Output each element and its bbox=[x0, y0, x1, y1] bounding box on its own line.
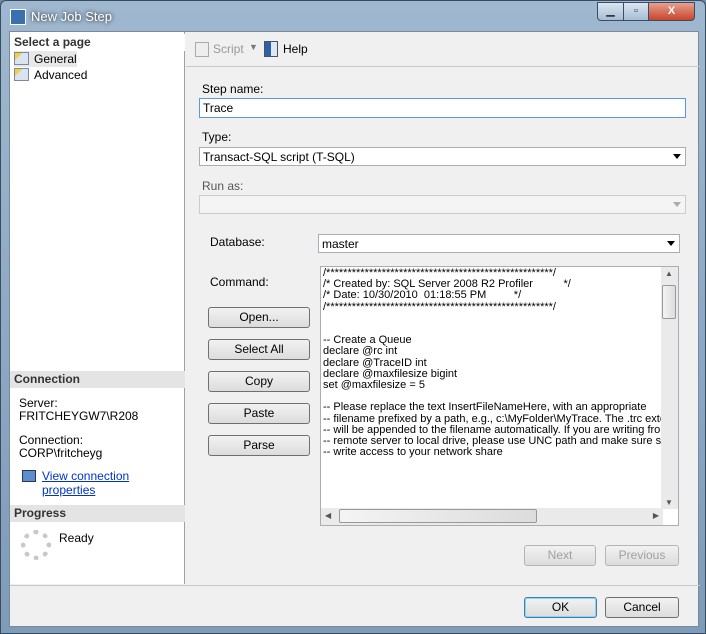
chevron-down-icon bbox=[673, 202, 681, 207]
scroll-left-icon[interactable]: ◀ bbox=[325, 511, 331, 520]
dialog-client: Select a page General Advanced Connectio… bbox=[9, 31, 700, 628]
select-page-header: Select a page bbox=[10, 34, 185, 51]
next-button[interactable]: Next bbox=[524, 545, 596, 566]
copy-button[interactable]: Copy bbox=[208, 371, 310, 392]
database-label: Database: bbox=[210, 235, 265, 249]
connection-properties-icon bbox=[22, 470, 36, 482]
type-label: Type: bbox=[202, 130, 232, 144]
open-button[interactable]: Open... bbox=[208, 307, 310, 328]
app-icon bbox=[10, 9, 26, 25]
page-general[interactable]: General bbox=[14, 51, 77, 67]
type-value: Transact-SQL script (T-SQL) bbox=[203, 150, 355, 164]
toolbar: Script ▼ Help bbox=[186, 32, 700, 67]
cancel-button[interactable]: Cancel bbox=[605, 597, 679, 618]
minimize-button[interactable]: ▁ bbox=[597, 2, 624, 21]
step-name-input[interactable]: Trace bbox=[199, 98, 686, 118]
scroll-down-icon[interactable]: ▼ bbox=[665, 498, 673, 507]
server-label: Server: bbox=[19, 396, 58, 410]
command-editor[interactable]: /***************************************… bbox=[320, 266, 679, 526]
connection-header: Connection bbox=[10, 371, 185, 388]
select-all-button[interactable]: Select All bbox=[208, 339, 310, 360]
server-value: FRITCHEYGW7\R208 bbox=[19, 409, 139, 423]
vertical-scrollbar[interactable]: ▲ ▼ bbox=[661, 267, 678, 509]
horizontal-scrollbar[interactable]: ◀ ▶ bbox=[321, 508, 663, 525]
step-name-label: Step name: bbox=[202, 82, 264, 96]
run-as-label: Run as: bbox=[202, 179, 244, 193]
help-button[interactable]: Help bbox=[283, 42, 308, 56]
run-as-select[interactable] bbox=[199, 195, 686, 214]
chevron-down-icon bbox=[673, 154, 681, 159]
close-button[interactable]: X bbox=[648, 2, 695, 21]
help-icon bbox=[264, 41, 278, 57]
command-label: Command: bbox=[210, 275, 269, 289]
scroll-right-icon[interactable]: ▶ bbox=[653, 511, 659, 520]
script-icon bbox=[195, 42, 209, 57]
page-label: Advanced bbox=[34, 68, 88, 82]
script-dropdown-icon[interactable]: ▼ bbox=[249, 42, 258, 52]
script-button[interactable]: Script bbox=[213, 42, 244, 56]
progress-status: Ready bbox=[59, 531, 94, 545]
parse-button[interactable]: Parse bbox=[208, 435, 310, 456]
page-icon bbox=[14, 52, 29, 65]
connection-label: Connection: bbox=[19, 433, 84, 447]
maximize-button[interactable]: ▫ bbox=[623, 2, 649, 21]
ok-button[interactable]: OK bbox=[524, 597, 597, 618]
left-panel: Select a page General Advanced Connectio… bbox=[10, 32, 185, 584]
dialog-window: New Job Step ▁ ▫ X Select a page General… bbox=[0, 0, 706, 634]
scroll-up-icon[interactable]: ▲ bbox=[665, 269, 673, 278]
connection-value: CORP\fritcheyg bbox=[19, 446, 103, 460]
window-title: New Job Step bbox=[31, 9, 112, 24]
dialog-footer: OK Cancel bbox=[10, 585, 700, 628]
page-advanced[interactable]: Advanced bbox=[14, 67, 87, 83]
previous-button[interactable]: Previous bbox=[605, 545, 679, 566]
command-text[interactable]: /***************************************… bbox=[323, 268, 661, 458]
database-select[interactable]: master bbox=[318, 234, 680, 253]
progress-spinner-icon bbox=[21, 530, 51, 560]
type-select[interactable]: Transact-SQL script (T-SQL) bbox=[199, 147, 686, 166]
chevron-down-icon bbox=[667, 241, 675, 246]
paste-button[interactable]: Paste bbox=[208, 403, 310, 424]
progress-header: Progress bbox=[10, 505, 185, 522]
database-value: master bbox=[322, 237, 359, 251]
view-connection-properties-link[interactable]: View connection properties bbox=[42, 469, 184, 497]
page-label: General bbox=[34, 52, 77, 66]
page-icon bbox=[14, 68, 29, 81]
vertical-scroll-thumb[interactable] bbox=[662, 285, 676, 319]
horizontal-scroll-thumb[interactable] bbox=[339, 509, 537, 523]
